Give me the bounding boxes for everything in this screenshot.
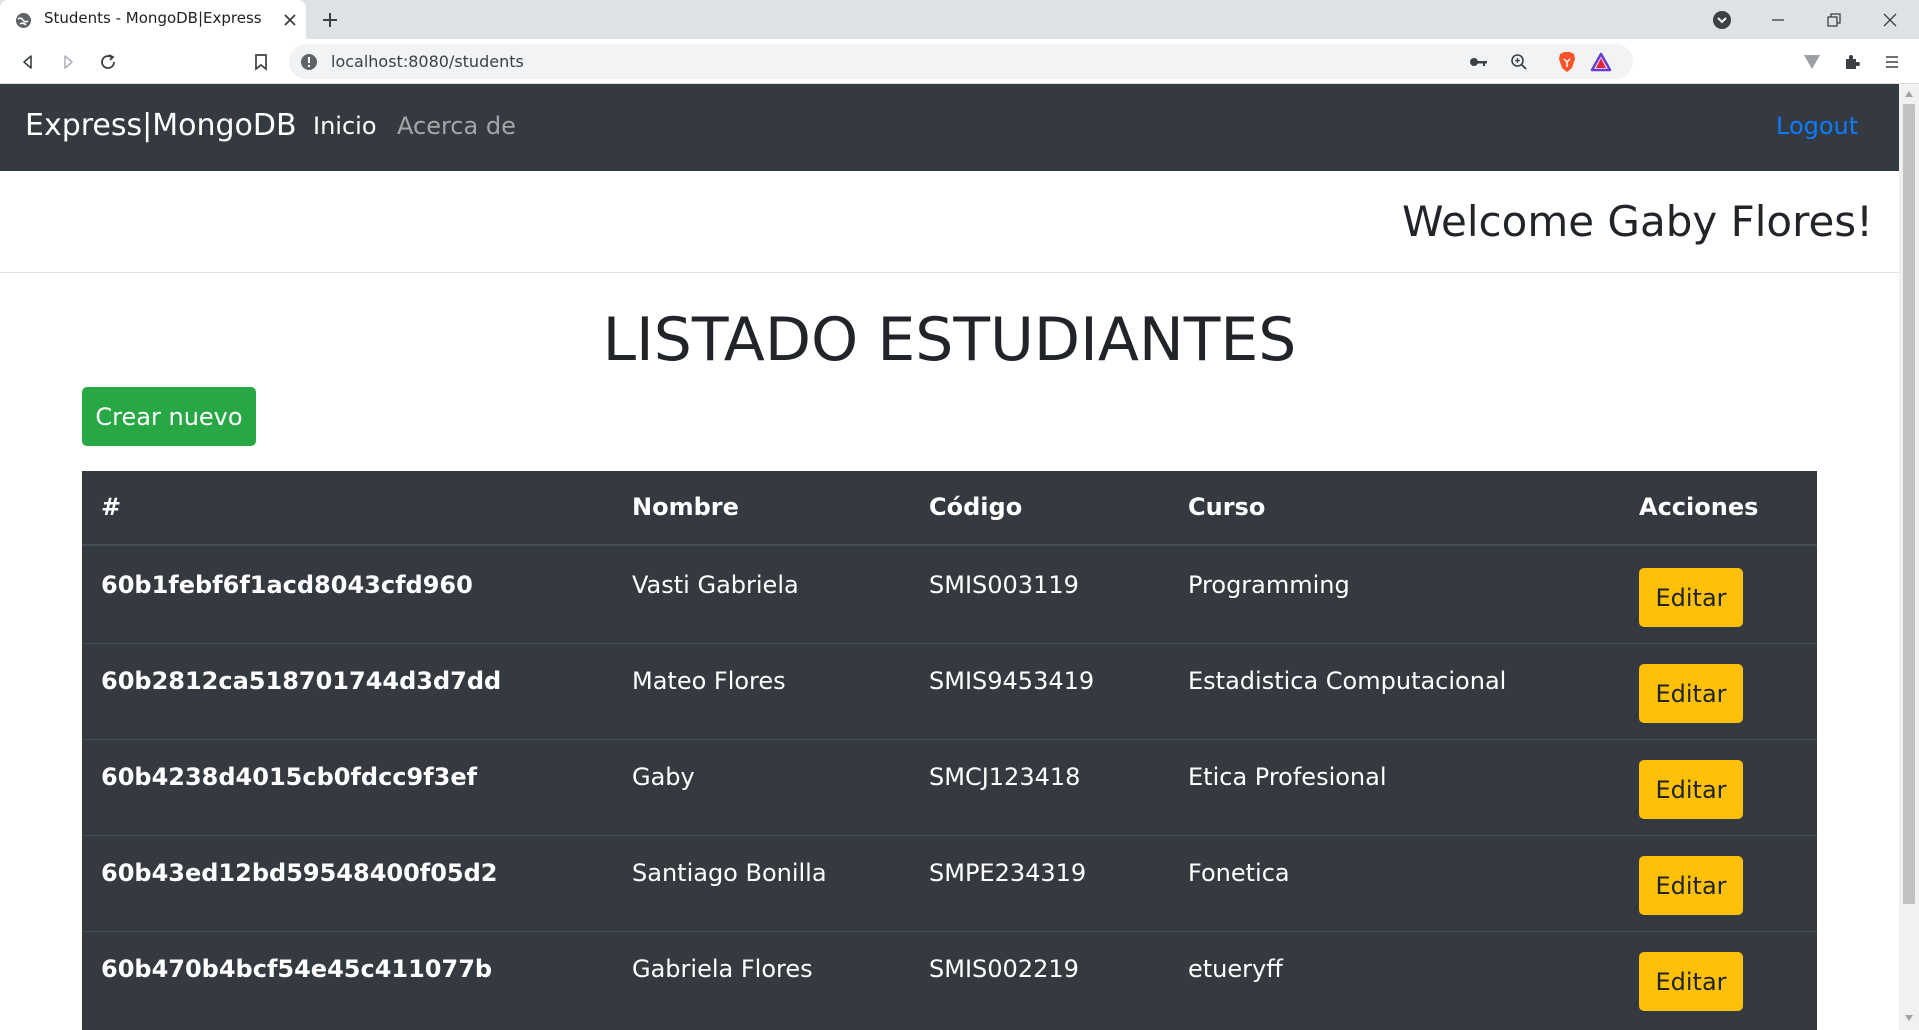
cell-curso: Programming	[1188, 571, 1350, 599]
edit-button[interactable]: Editar	[1639, 760, 1743, 819]
zoom-icon[interactable]	[1507, 50, 1531, 74]
cell-id: 60b1febf6f1acd8043cfd960	[101, 571, 473, 599]
cell-curso: etueryff	[1188, 955, 1283, 983]
minimize-icon[interactable]	[1764, 6, 1792, 34]
navbar-brand[interactable]: Express|MongoDB	[25, 108, 297, 143]
edit-button[interactable]: Editar	[1639, 664, 1743, 723]
nav-link-acerca-de[interactable]: Acerca de	[397, 112, 516, 140]
column-header-nombre: Nombre	[632, 493, 739, 521]
new-tab-icon[interactable]	[318, 8, 342, 32]
brave-rewards-icon[interactable]	[1589, 50, 1613, 74]
table-header-row: # Nombre Código Curso Acciones	[82, 471, 1817, 546]
scrollbar-thumb[interactable]	[1903, 104, 1915, 904]
column-header-curso: Curso	[1188, 493, 1266, 521]
back-icon[interactable]	[14, 48, 42, 76]
cell-codigo: SMIS002219	[929, 955, 1079, 983]
column-header-id: #	[101, 493, 122, 521]
cell-nombre: Gabriela Flores	[632, 955, 813, 983]
browser-tab[interactable]: Students - MongoDB|Express	[0, 0, 306, 39]
cell-nombre: Mateo Flores	[632, 667, 786, 695]
welcome-bar: Welcome Gaby Flores!	[0, 171, 1899, 273]
cell-codigo: SMCJ123418	[929, 763, 1081, 791]
table-row: 60b43ed12bd59548400f05d2 Santiago Bonill…	[82, 836, 1817, 932]
cell-id: 60b470b4bcf54e45c411077b	[101, 955, 493, 983]
column-header-codigo: Código	[929, 493, 1023, 521]
close-tab-icon[interactable]	[280, 10, 300, 30]
cell-nombre: Vasti Gabriela	[632, 571, 799, 599]
globe-icon	[15, 12, 32, 29]
info-icon[interactable]	[299, 52, 318, 71]
tab-search-icon[interactable]	[1708, 6, 1736, 34]
cell-codigo: SMIS9453419	[929, 667, 1095, 695]
page-viewport: Express|MongoDB Inicio Acerca de Logout …	[0, 84, 1899, 1030]
browser-tab-bar: Students - MongoDB|Express	[0, 0, 1919, 39]
page-title: LISTADO ESTUDIANTES	[602, 305, 1297, 375]
scroll-down-icon[interactable]	[1903, 1012, 1915, 1024]
nav-link-inicio[interactable]: Inicio	[313, 112, 377, 140]
restore-icon[interactable]	[1820, 6, 1848, 34]
create-new-button[interactable]: Crear nuevo	[82, 387, 256, 446]
column-header-acciones: Acciones	[1639, 493, 1759, 521]
navbar: Express|MongoDB Inicio Acerca de Logout	[0, 84, 1899, 171]
key-icon[interactable]	[1467, 50, 1491, 74]
cell-id: 60b2812ca518701744d3d7dd	[101, 667, 502, 695]
cell-id: 60b43ed12bd59548400f05d2	[101, 859, 498, 887]
vertical-scrollbar[interactable]	[1899, 84, 1919, 1030]
brave-shield-icon[interactable]	[1555, 50, 1579, 74]
browser-toolbar: localhost:8080/students	[0, 39, 1919, 84]
scroll-up-icon[interactable]	[1903, 88, 1915, 100]
table-row: 60b470b4bcf54e45c411077b Gabriela Flores…	[82, 932, 1817, 1028]
close-window-icon[interactable]	[1876, 6, 1904, 34]
table-row: 60b2812ca518701744d3d7dd Mateo Flores SM…	[82, 644, 1817, 740]
menu-icon[interactable]	[1878, 48, 1906, 76]
cell-nombre: Santiago Bonilla	[632, 859, 827, 887]
edit-button[interactable]: Editar	[1639, 856, 1743, 915]
students-table: # Nombre Código Curso Acciones 60b1febf6…	[82, 471, 1817, 1030]
edit-button[interactable]: Editar	[1639, 952, 1743, 1011]
cell-codigo: SMPE234319	[929, 859, 1087, 887]
edit-button[interactable]: Editar	[1639, 568, 1743, 627]
table-row: 60b4238d4015cb0fdcc9f3ef Gaby SMCJ123418…	[82, 740, 1817, 836]
cell-curso: Etica Profesional	[1188, 763, 1387, 791]
forward-icon[interactable]	[54, 48, 82, 76]
bookmark-icon[interactable]	[247, 48, 275, 76]
cell-codigo: SMIS003119	[929, 571, 1079, 599]
cell-id: 60b4238d4015cb0fdcc9f3ef	[101, 763, 478, 791]
cell-nombre: Gaby	[632, 763, 695, 791]
cell-curso: Fonetica	[1188, 859, 1290, 887]
cell-curso: Estadistica Computacional	[1188, 667, 1507, 695]
welcome-message: Welcome Gaby Flores!	[1401, 197, 1873, 246]
table-row: 60b1febf6f1acd8043cfd960 Vasti Gabriela …	[82, 548, 1817, 644]
logout-link[interactable]: Logout	[1776, 112, 1858, 140]
tab-title: Students - MongoDB|Express	[44, 9, 262, 27]
address-bar[interactable]: localhost:8080/students	[289, 44, 1633, 79]
vpn-icon[interactable]	[1798, 48, 1826, 76]
extensions-icon[interactable]	[1838, 48, 1866, 76]
reload-icon[interactable]	[94, 48, 122, 76]
url-text[interactable]: localhost:8080/students	[331, 52, 524, 71]
